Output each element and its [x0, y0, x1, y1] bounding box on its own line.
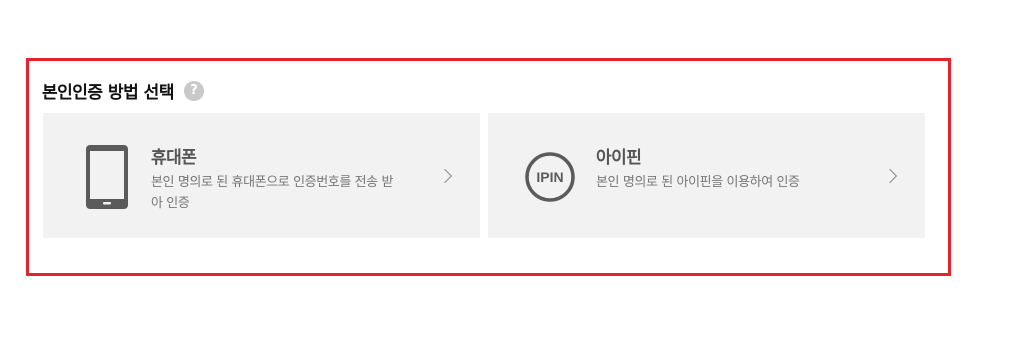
option-title: 아이핀: [596, 148, 642, 168]
ipin-icon-text: IPIN: [536, 169, 563, 185]
option-mobile-phone[interactable]: 휴대폰 본인 명의로 된 휴대폰으로 인증번호를 전송 받아 인증: [43, 113, 480, 238]
section-heading: 본인인증 방법 선택 ?: [42, 78, 204, 103]
section-title: 본인인증 방법 선택: [42, 83, 174, 103]
verification-method-panel: 본인인증 방법 선택 ? 휴대폰 본인 명의로 된 휴대폰으로 인증번호를 전송…: [26, 58, 951, 276]
option-title: 휴대폰: [151, 148, 197, 168]
option-description: 본인 명의로 된 휴대폰으로 인증번호를 전송 받아 인증: [151, 175, 394, 211]
ipin-icon: IPIN: [524, 144, 576, 210]
chevron-right-icon: [437, 168, 453, 183]
verification-options: 휴대폰 본인 명의로 된 휴대폰으로 인증번호를 전송 받아 인증 IPIN 아…: [43, 113, 925, 238]
option-ipin[interactable]: IPIN 아이핀 본인 명의로 된 아이핀을 이용하여 인증: [488, 113, 925, 238]
help-icon[interactable]: ?: [183, 80, 204, 101]
chevron-right-icon: [882, 168, 898, 183]
option-description: 본인 명의로 된 아이핀을 이용하여 인증: [596, 175, 800, 190]
mobile-phone-icon: [81, 144, 133, 210]
